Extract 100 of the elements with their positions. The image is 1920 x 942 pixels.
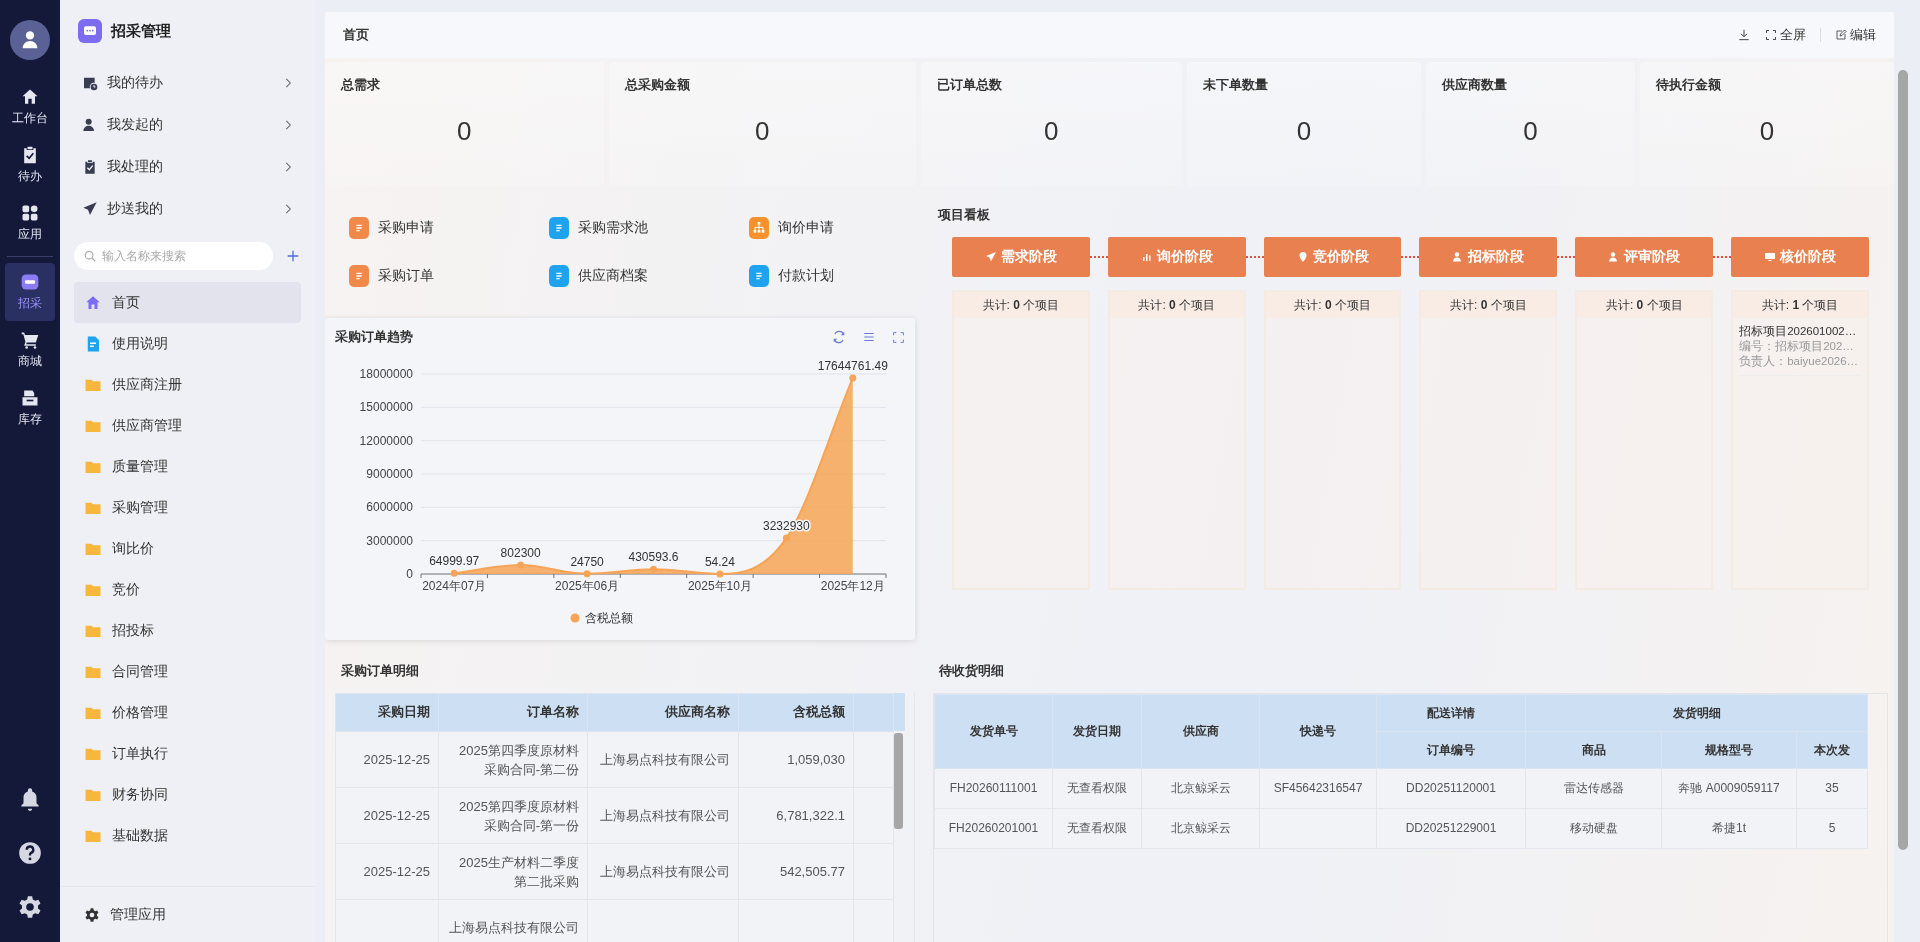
stat-value: 0 (1758, 116, 1776, 147)
column-header[interactable]: 商品 (1525, 731, 1662, 769)
nav-item[interactable]: 质量管理 (74, 446, 301, 487)
clipboard-icon (82, 159, 98, 175)
column-header[interactable]: 订单名称 (438, 693, 588, 732)
app-title: 招采管理 (111, 21, 171, 41)
table-cell: 35 (1796, 768, 1868, 809)
shortcut-item[interactable]: 我的待办 (74, 62, 301, 104)
download-icon[interactable] (1737, 28, 1751, 42)
scrollbar[interactable] (894, 733, 903, 829)
table-cell: 2025第四季度原材料采购合同-第一份 (438, 787, 588, 844)
nav-item[interactable]: 订单执行 (74, 733, 301, 774)
column-header[interactable]: 发货明细 (1525, 694, 1868, 732)
axis-label: 6000000 (366, 500, 413, 515)
nav-item[interactable]: 采购管理 (74, 487, 301, 528)
send-icon (984, 251, 997, 263)
shortcut-item[interactable]: 我发起的 (74, 104, 301, 146)
table-cell: 北京鲸采云 (1141, 768, 1260, 809)
column-header[interactable]: 规格型号 (1661, 731, 1797, 769)
nav-item[interactable]: 供应商注册 (74, 364, 301, 405)
table-cell: 希捷1t (1661, 808, 1797, 849)
column-header[interactable]: 快递号 (1259, 694, 1377, 769)
fullscreen-icon (1765, 29, 1777, 41)
section-title: 项目看板 (938, 206, 991, 224)
column-header[interactable]: 发货单号 (934, 694, 1053, 769)
house-icon (20, 87, 40, 107)
table-cell: 移动硬盘 (1525, 808, 1662, 849)
axis-label: 2025年10月 (687, 579, 752, 593)
monitor-icon (1764, 251, 1777, 263)
nav-item[interactable]: 财务协同 (74, 774, 301, 815)
stat-label: 待执行金额 (1656, 76, 1723, 94)
nav-item[interactable]: 询比价 (74, 528, 301, 569)
table-cell (853, 787, 894, 844)
table-cell: 5 (1796, 808, 1868, 849)
edit-icon (1835, 29, 1847, 41)
table-cell: 2025-12-25 (335, 843, 439, 900)
rail-item[interactable]: 库存 (5, 379, 55, 437)
rail-item[interactable]: 应用 (5, 194, 55, 252)
calendar-icon (82, 75, 98, 91)
fullscreen-button[interactable]: 全屏 (1765, 26, 1806, 44)
table-cell: 北京鲸采云 (1141, 808, 1260, 849)
refresh-icon[interactable] (832, 330, 846, 344)
column-header[interactable]: 订单编号 (1376, 731, 1526, 769)
column-header[interactable]: 本次发 (1796, 731, 1868, 769)
shortcut-item[interactable]: 我处理的 (74, 146, 301, 188)
stage-count: 共计: 0 个项目 (1109, 292, 1244, 318)
help-icon[interactable] (17, 840, 43, 866)
data-point (650, 565, 657, 573)
rail-item[interactable]: 工作台 (5, 78, 55, 136)
fullscreen-icon[interactable] (892, 330, 905, 344)
table-cell: FH20260111001 (934, 768, 1053, 809)
column-header[interactable]: 供应商 (1141, 694, 1260, 769)
shortcut-item[interactable]: 抄送我的 (74, 188, 301, 230)
nav-item[interactable]: 价格管理 (74, 692, 301, 733)
table-cell: 上海易点科技有限公司 (587, 731, 739, 788)
quick-link[interactable]: 采购需求池 (549, 217, 648, 239)
stat-label: 已订单总数 (936, 76, 1003, 94)
nav-item[interactable]: 使用说明 (74, 323, 301, 364)
nav-item[interactable]: 基础数据 (74, 815, 301, 856)
project-card[interactable]: 招标项目202601002… 编号：招标项目202… 负责人：baiyue2026… (1739, 324, 1861, 376)
scrollbar[interactable] (1898, 70, 1908, 850)
plus-icon[interactable] (285, 248, 301, 264)
stat-value: 0 (1295, 116, 1313, 147)
rail-item[interactable]: 商城 (5, 321, 55, 379)
menu-icon[interactable] (862, 330, 876, 344)
column-header[interactable]: 配送详情 (1376, 694, 1526, 732)
avatar[interactable] (10, 20, 50, 60)
chart-title: 采购订单趋势 (335, 328, 414, 346)
cart-icon (20, 330, 40, 350)
data-point (782, 534, 790, 542)
data-point (517, 561, 525, 569)
column-header[interactable]: 采购日期 (335, 693, 439, 732)
table-cell: DD20251120001 (1376, 768, 1526, 809)
column-header[interactable]: 发货日期 (1052, 694, 1142, 769)
rail-item[interactable]: 招采 (5, 263, 55, 321)
nav-item[interactable]: 竞价 (74, 569, 301, 610)
axis-label: 9000000 (366, 467, 413, 481)
settings-icon (84, 906, 100, 923)
nav-item[interactable]: 招投标 (74, 610, 301, 651)
settings-icon[interactable] (17, 894, 43, 920)
quick-link[interactable]: 采购申请 (349, 217, 434, 239)
quick-link[interactable]: 询价申请 (749, 217, 834, 239)
nav-item[interactable]: 供应商管理 (74, 405, 301, 446)
nav-item[interactable]: 合同管理 (74, 651, 301, 692)
cabinet-icon (20, 388, 40, 408)
axis-label: 18000000 (359, 367, 413, 381)
stat-label: 总采购金额 (624, 76, 691, 94)
column-header[interactable]: 含税总额 (738, 693, 854, 732)
search-field[interactable]: 输入名称来搜索 (74, 242, 273, 270)
quick-link[interactable]: 供应商档案 (549, 265, 648, 287)
column-header[interactable]: 供应商名称 (587, 693, 739, 732)
rail-item[interactable]: 待办 (5, 136, 55, 194)
stage-count: 共计: 0 个项目 (1265, 292, 1400, 318)
quick-link[interactable]: 采购订单 (349, 265, 434, 287)
edit-button[interactable]: 编辑 (1835, 26, 1876, 44)
table-cell: 奔驰 A0009059117 (1661, 768, 1797, 809)
section-title: 采购订单明细 (340, 662, 420, 680)
nav-item[interactable]: 首页 (74, 282, 301, 323)
table-cell: FH20260201001 (934, 808, 1053, 849)
quick-link[interactable]: 付款计划 (749, 265, 834, 287)
